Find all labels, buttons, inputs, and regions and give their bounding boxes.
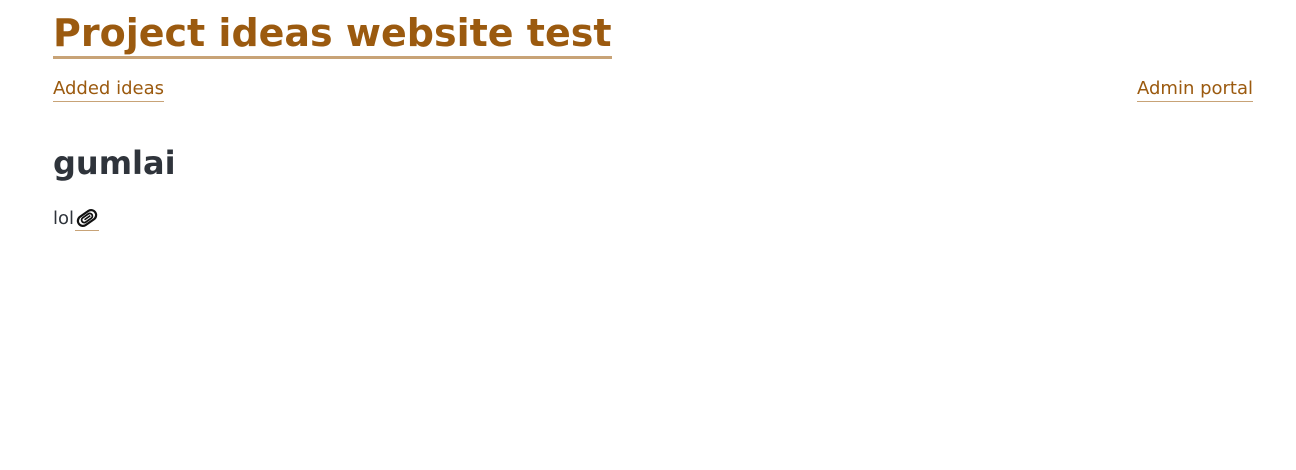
idea-title: gumlai	[53, 144, 176, 182]
site-title-link[interactable]: Project ideas website test	[53, 10, 612, 59]
idea-description: lol	[53, 208, 75, 229]
idea-description-row: lol	[53, 207, 100, 231]
page: Project ideas website test Added ideas A…	[0, 0, 1296, 470]
nav-admin-portal-link[interactable]: Admin portal	[1136, 77, 1253, 102]
nav-added-ideas-link[interactable]: Added ideas	[53, 77, 164, 102]
paperclip-icon	[75, 207, 99, 229]
attachment-link[interactable]	[75, 207, 100, 231]
